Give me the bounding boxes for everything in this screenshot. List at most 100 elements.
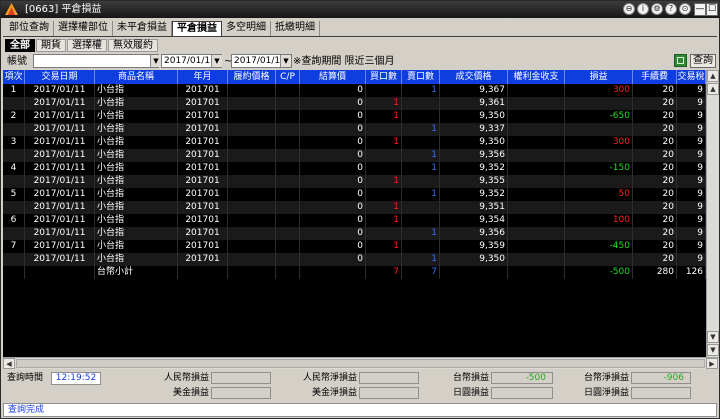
- cell-month: 201701: [178, 84, 228, 97]
- table-row[interactable]: 2017/01/11 小台指 201701 0 1 9,361 20 9: [3, 97, 706, 110]
- rmb-net-pnl-label: 人民幣淨損益: [302, 373, 357, 383]
- cell-fee: 20: [633, 240, 677, 253]
- table-row[interactable]: 3 2017/01/11 小台指 201701 0 1 9,350 300 20 9: [3, 136, 706, 149]
- scroll-down-icon[interactable]: ▼: [707, 344, 719, 356]
- cell-pnl: -500: [565, 266, 633, 279]
- table-row[interactable]: 台幣小計 7 7 -500 280 126: [3, 266, 706, 279]
- cell-cp: [276, 188, 300, 201]
- target-icon[interactable]: ⊙: [679, 3, 691, 15]
- cell-index: 6: [3, 214, 25, 227]
- cell-tax: 9: [677, 84, 706, 97]
- scroll-down-page-icon[interactable]: ▼: [707, 331, 719, 343]
- cell-pnl: [565, 175, 633, 188]
- subtab-all[interactable]: 全部: [5, 39, 35, 52]
- table-row[interactable]: 6 2017/01/11 小台指 201701 0 1 9,354 100 20 9: [3, 214, 706, 227]
- title-bar[interactable]: [0663] 平倉損益 ⊖ i ⚙ ? ⊙ — ☐: [1, 1, 719, 18]
- cell-index: 1: [3, 84, 25, 97]
- cell-fee: 20: [633, 162, 677, 175]
- table-row[interactable]: 2017/01/11 小台指 201701 0 1 9,355 20 9: [3, 175, 706, 188]
- cell-buy-qty: 1: [366, 201, 402, 214]
- cell-cp: [276, 162, 300, 175]
- column-header[interactable]: 交易稅: [677, 70, 706, 84]
- filter-bar: 帳號 ▼ 2017/01/11 ▼ ~ 2017/01/11 ▼ ※查詢期間 限…: [3, 54, 717, 69]
- column-header[interactable]: 交易日期: [25, 70, 95, 84]
- table-row[interactable]: 1 2017/01/11 小台指 201701 0 1 9,367 300 20 9: [3, 84, 706, 97]
- query-period-note: ※查詢期間 限近三個月: [293, 56, 395, 67]
- cell-tax: 9: [677, 240, 706, 253]
- account-select[interactable]: [33, 54, 159, 68]
- subtab-futures[interactable]: 期貨: [36, 39, 66, 52]
- settings-icon[interactable]: ⚙: [651, 3, 663, 15]
- column-header[interactable]: 手續費: [633, 70, 677, 84]
- cell-strike: [228, 110, 276, 123]
- scroll-up-page-icon[interactable]: ▲: [707, 83, 719, 95]
- cell-index: 3: [3, 136, 25, 149]
- cell-buy-qty: 7: [366, 266, 402, 279]
- cell-fee: 20: [633, 188, 677, 201]
- subtab-options[interactable]: 選擇權: [67, 39, 107, 52]
- cell-strike: [228, 84, 276, 97]
- table-row[interactable]: 2017/01/11 小台指 201701 0 1 9,356 20 9: [3, 227, 706, 240]
- table-row[interactable]: 5 2017/01/11 小台指 201701 0 1 9,352 50 20 9: [3, 188, 706, 201]
- cell-cp: [276, 214, 300, 227]
- cell-month: 201701: [178, 110, 228, 123]
- tab-realized-pnl[interactable]: 平倉損益: [172, 21, 222, 36]
- cell-strike: [228, 240, 276, 253]
- jpy-pnl-label: 日圓損益: [452, 388, 489, 398]
- table-row[interactable]: 2 2017/01/11 小台指 201701 0 1 9,350 -650 20 9: [3, 110, 706, 123]
- cell-price: 9,350: [440, 136, 508, 149]
- help-icon[interactable]: ?: [665, 3, 677, 15]
- query-button[interactable]: 查詢: [690, 54, 716, 68]
- cell-price: 9,351: [440, 201, 508, 214]
- tab-divider: [3, 36, 717, 37]
- horizontal-scroll-thumb[interactable]: [16, 359, 705, 368]
- vertical-scrollbar[interactable]: ▲ ▲ ▼ ▼: [706, 70, 719, 357]
- table-row[interactable]: 2017/01/11 小台指 201701 0 1 9,356 20 9: [3, 149, 706, 162]
- table-row[interactable]: 2017/01/11 小台指 201701 0 1 9,351 20 9: [3, 201, 706, 214]
- tab-long-short-detail[interactable]: 多空明細: [222, 21, 271, 36]
- column-header[interactable]: 履約價格: [228, 70, 276, 84]
- column-header[interactable]: C/P: [276, 70, 300, 84]
- subtab-invalid-exercise[interactable]: 無效履約: [108, 39, 158, 52]
- cell-price: 9,361: [440, 97, 508, 110]
- cell-index: 4: [3, 162, 25, 175]
- account-dropdown-icon[interactable]: ▼: [150, 55, 161, 67]
- column-header[interactable]: 權利金收支: [508, 70, 565, 84]
- column-header[interactable]: 年月: [178, 70, 228, 84]
- cell-month: 201701: [178, 188, 228, 201]
- tab-option-positions[interactable]: 選擇權部位: [54, 21, 113, 36]
- tab-collateral-detail[interactable]: 抵繳明細: [271, 21, 320, 36]
- column-header[interactable]: 成交價格: [440, 70, 508, 84]
- column-header[interactable]: 項次: [3, 70, 25, 84]
- cell-cp: [276, 201, 300, 214]
- cell-month: 201701: [178, 227, 228, 240]
- date-from-dropdown-icon[interactable]: ▼: [211, 55, 222, 67]
- horizontal-scrollbar[interactable]: ◀ ▶: [3, 357, 719, 369]
- column-header[interactable]: 賣口數: [402, 70, 440, 84]
- column-header[interactable]: 結算價: [300, 70, 366, 84]
- table-row[interactable]: 7 2017/01/11 小台指 201701 0 1 9,359 -450 20 9: [3, 240, 706, 253]
- cell-strike: [228, 214, 276, 227]
- date-to-dropdown-icon[interactable]: ▼: [280, 55, 291, 67]
- cell-price: 9,337: [440, 123, 508, 136]
- cell-pnl: [565, 227, 633, 240]
- info-icon[interactable]: i: [637, 3, 649, 15]
- scroll-up-icon[interactable]: ▲: [707, 70, 719, 82]
- tab-positions[interactable]: 部位查詢: [5, 21, 54, 36]
- tab-unrealized-pnl[interactable]: 未平倉損益: [113, 21, 172, 36]
- column-header[interactable]: 損益: [565, 70, 633, 84]
- cell-trade-date: 2017/01/11: [25, 97, 95, 110]
- export-icon[interactable]: [674, 54, 687, 67]
- minimize-button[interactable]: —: [694, 3, 706, 16]
- minus-circle-icon[interactable]: ⊖: [623, 3, 635, 15]
- scroll-right-icon[interactable]: ▶: [706, 358, 718, 369]
- table-row[interactable]: 2017/01/11 小台指 201701 0 1 9,350 20 9: [3, 253, 706, 266]
- status-text: 查詢完成: [8, 405, 45, 415]
- column-header[interactable]: 買口數: [366, 70, 402, 84]
- table-row[interactable]: 2017/01/11 小台指 201701 0 1 9,337 20 9: [3, 123, 706, 136]
- table-row[interactable]: 4 2017/01/11 小台指 201701 0 1 9,352 -150 20 9: [3, 162, 706, 175]
- cell-month: 201701: [178, 97, 228, 110]
- maximize-button[interactable]: ☐: [706, 3, 718, 16]
- scroll-left-icon[interactable]: ◀: [3, 358, 15, 369]
- column-header[interactable]: 商品名稱: [95, 70, 178, 84]
